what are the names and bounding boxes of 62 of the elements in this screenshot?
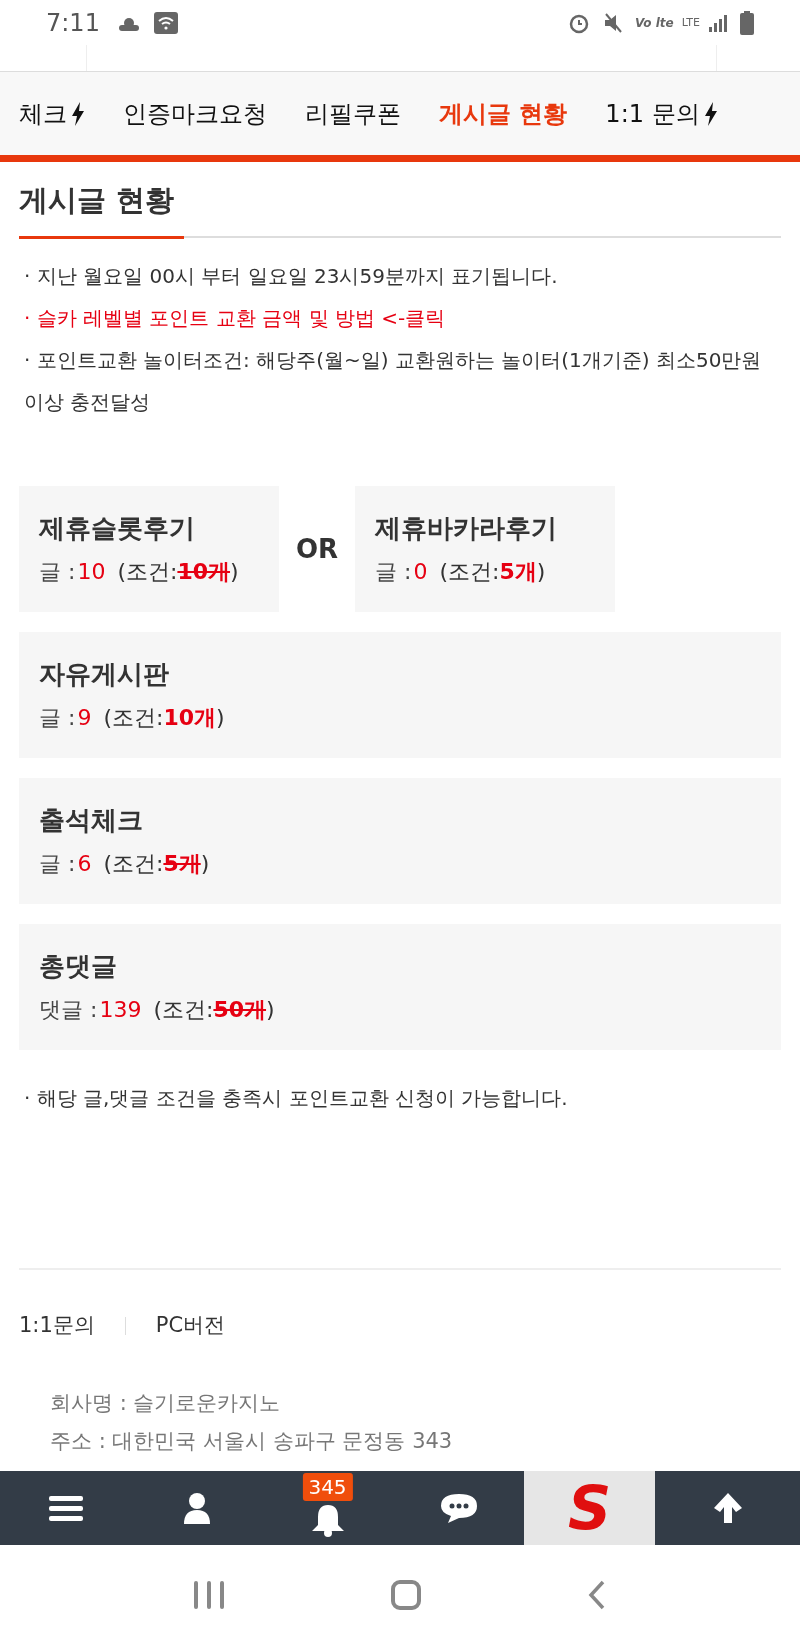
page-heading: 게시글 현황 bbox=[19, 182, 175, 219]
board-title: 자유게시판 bbox=[39, 658, 170, 691]
post-count-label: 글 : bbox=[39, 704, 76, 732]
nav-tab[interactable]: 리필쿠폰 bbox=[305, 95, 401, 132]
condition-label: (조건: bbox=[103, 850, 164, 878]
footer-link[interactable]: PC버전 bbox=[155, 1310, 226, 1342]
info-text: · 포인트교환 놀이터조건: 해당주(월~일) 교환원하는 놀이터(1개기준) 최소50만원이상 충전달성 bbox=[23, 347, 763, 416]
closing-paren: ) bbox=[200, 850, 210, 878]
condition-value: 5개 bbox=[163, 850, 201, 878]
info-link[interactable]: · 슬카 레벨별 포인트 교환 금액 및 방법 <-클릭 bbox=[19, 297, 781, 339]
wifi-icon bbox=[153, 11, 178, 34]
post-count: 6 bbox=[77, 850, 92, 878]
closing-paren: ) bbox=[536, 558, 546, 586]
chat-icon bbox=[439, 1492, 478, 1524]
nav-tab[interactable]: 1:1 문의 bbox=[605, 95, 718, 132]
post-count-label: 글 : bbox=[39, 558, 76, 586]
home-button[interactable] bbox=[391, 1580, 421, 1610]
board-title: 출석체크 bbox=[39, 804, 144, 837]
board-title: 총댓글 bbox=[39, 950, 118, 983]
signal-icon bbox=[708, 12, 728, 33]
condition-label: (조건: bbox=[153, 996, 214, 1024]
closing-paren: ) bbox=[266, 996, 275, 1024]
condition-value: 50개 bbox=[213, 996, 267, 1024]
footer-link[interactable]: 1:1문의 bbox=[19, 1310, 95, 1342]
battery-icon bbox=[740, 10, 754, 35]
notification-button[interactable]: 345 bbox=[262, 1471, 393, 1545]
volte-label: Vo lte bbox=[634, 14, 674, 32]
post-count: 0 bbox=[413, 558, 428, 586]
status-time: 7:11 bbox=[46, 7, 100, 39]
bell-icon bbox=[311, 1505, 344, 1537]
nav-tab[interactable]: 인증마크요청 bbox=[123, 95, 267, 132]
condition-label: (조건: bbox=[103, 704, 164, 732]
post-count: 10 bbox=[77, 558, 106, 586]
network-label: LTE bbox=[681, 17, 700, 28]
condition-value: 5개 bbox=[499, 558, 537, 586]
company-info: 주소 : 대한민국 서울시 송파구 문정동 343 bbox=[50, 1428, 454, 1455]
closing-paren: ) bbox=[216, 704, 225, 732]
condition-label: (조건: bbox=[439, 558, 500, 586]
condition-label: (조건: bbox=[117, 558, 178, 586]
post-count-label: 댓글 : bbox=[39, 996, 98, 1024]
condition-note: · 해당 글,댓글 조건을 충족시 포인트교환 신청이 가능합니다. bbox=[23, 1085, 569, 1112]
or-label: OR bbox=[294, 532, 340, 566]
info-text: · 지난 월요일 00시 부터 일요일 23시59분까지 표기됩니다. bbox=[23, 263, 559, 290]
condition-value: 10개 bbox=[177, 558, 231, 586]
nav-tab[interactable]: 게시글 현황 bbox=[439, 95, 568, 132]
menu-icon bbox=[48, 1494, 83, 1522]
company-info: 회사명 : 슬기로운카지노 bbox=[50, 1390, 282, 1417]
back-icon bbox=[588, 1580, 607, 1610]
recent-apps-button[interactable] bbox=[193, 1581, 224, 1609]
board-title: 제휴슬롯후기 bbox=[39, 512, 196, 545]
post-count: 9 bbox=[77, 704, 92, 732]
arrow-up-icon bbox=[711, 1491, 744, 1525]
notification-badge: 345 bbox=[302, 1473, 353, 1501]
board-title: 제휴바카라후기 bbox=[375, 512, 558, 545]
nav-tab[interactable]: 체크 bbox=[19, 95, 85, 132]
post-count-label: 글 : bbox=[39, 850, 76, 878]
back-button[interactable] bbox=[588, 1580, 607, 1610]
condition-value: 10개 bbox=[163, 704, 217, 732]
post-count: 139 bbox=[99, 996, 142, 1024]
closing-paren: ) bbox=[230, 558, 239, 586]
post-count-label: 글 : bbox=[375, 558, 412, 586]
user-icon bbox=[182, 1492, 211, 1524]
